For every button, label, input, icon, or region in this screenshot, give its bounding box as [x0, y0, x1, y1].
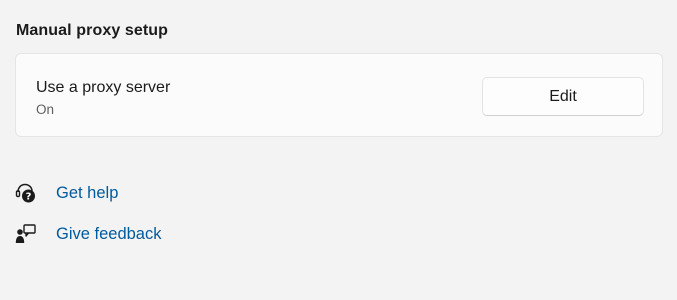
feedback-icon [14, 222, 38, 246]
proxy-setting-title: Use a proxy server [36, 79, 171, 96]
help-icon: ? [14, 181, 38, 205]
get-help-label[interactable]: Get help [56, 184, 118, 203]
give-feedback-label[interactable]: Give feedback [56, 225, 161, 244]
proxy-setting-status: On [36, 102, 55, 117]
give-feedback-link[interactable]: Give feedback [14, 222, 161, 246]
get-help-link[interactable]: ? Get help [14, 181, 118, 205]
proxy-setting-card: Use a proxy server On Edit [15, 53, 663, 137]
section-title: Manual proxy setup [16, 22, 169, 39]
svg-text:?: ? [26, 192, 32, 203]
edit-button[interactable]: Edit [482, 77, 644, 116]
